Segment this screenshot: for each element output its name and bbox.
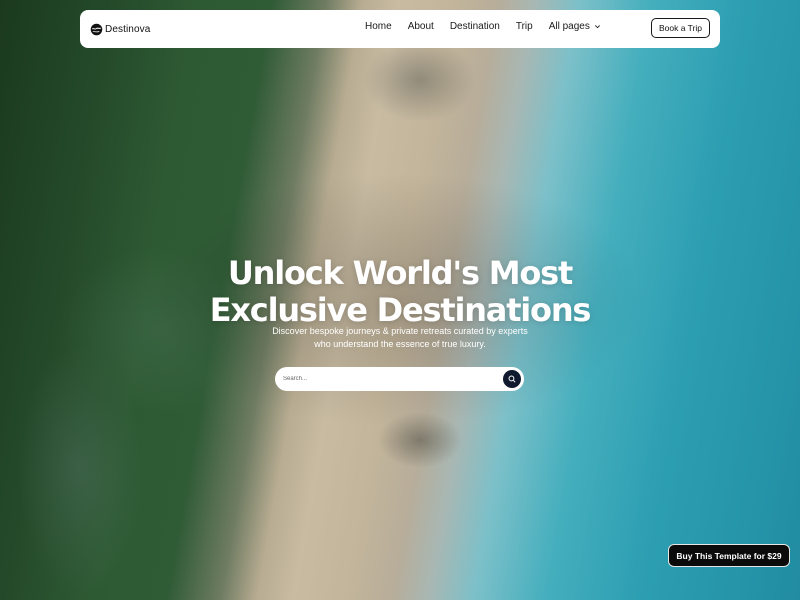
book-a-trip-button[interactable]: Book a Trip bbox=[651, 18, 710, 38]
buy-template-button[interactable]: Buy This Template for $29 bbox=[668, 544, 790, 567]
nav-link-destination[interactable]: Destination bbox=[450, 21, 500, 32]
hero-subtitle-line-2: who understand the essence of true luxur… bbox=[314, 339, 486, 349]
search-icon bbox=[508, 375, 516, 383]
search-button[interactable] bbox=[503, 370, 521, 388]
hero-title-line-1: Unlock World's Most bbox=[227, 254, 573, 293]
brand-name: Destinova bbox=[105, 23, 151, 35]
nav-link-about[interactable]: About bbox=[408, 21, 434, 32]
hero-subtitle: Discover bespoke journeys & private retr… bbox=[0, 325, 800, 351]
nav-dropdown-label: All pages bbox=[548, 21, 590, 32]
hero-subtitle-line-1: Discover bespoke journeys & private retr… bbox=[272, 326, 528, 336]
hero-title-line-2: Exclusive Destinations bbox=[209, 291, 592, 330]
nav-dropdown-all-pages[interactable]: All pages bbox=[549, 21, 601, 32]
nav-link-trip[interactable]: Trip bbox=[516, 21, 533, 32]
chevron-down-icon bbox=[594, 25, 600, 29]
search-input[interactable] bbox=[283, 371, 493, 387]
navbar: Destinova Home About Destination Trip Al… bbox=[80, 10, 720, 48]
nav-links: Home About Destination Trip All pages bbox=[365, 21, 601, 32]
nav-link-home[interactable]: Home bbox=[365, 21, 392, 32]
hero-title: Unlock World's Most Exclusive Destinatio… bbox=[0, 255, 800, 329]
globe-icon bbox=[90, 23, 103, 35]
brand[interactable]: Destinova bbox=[90, 20, 150, 38]
search-bar bbox=[275, 367, 524, 391]
